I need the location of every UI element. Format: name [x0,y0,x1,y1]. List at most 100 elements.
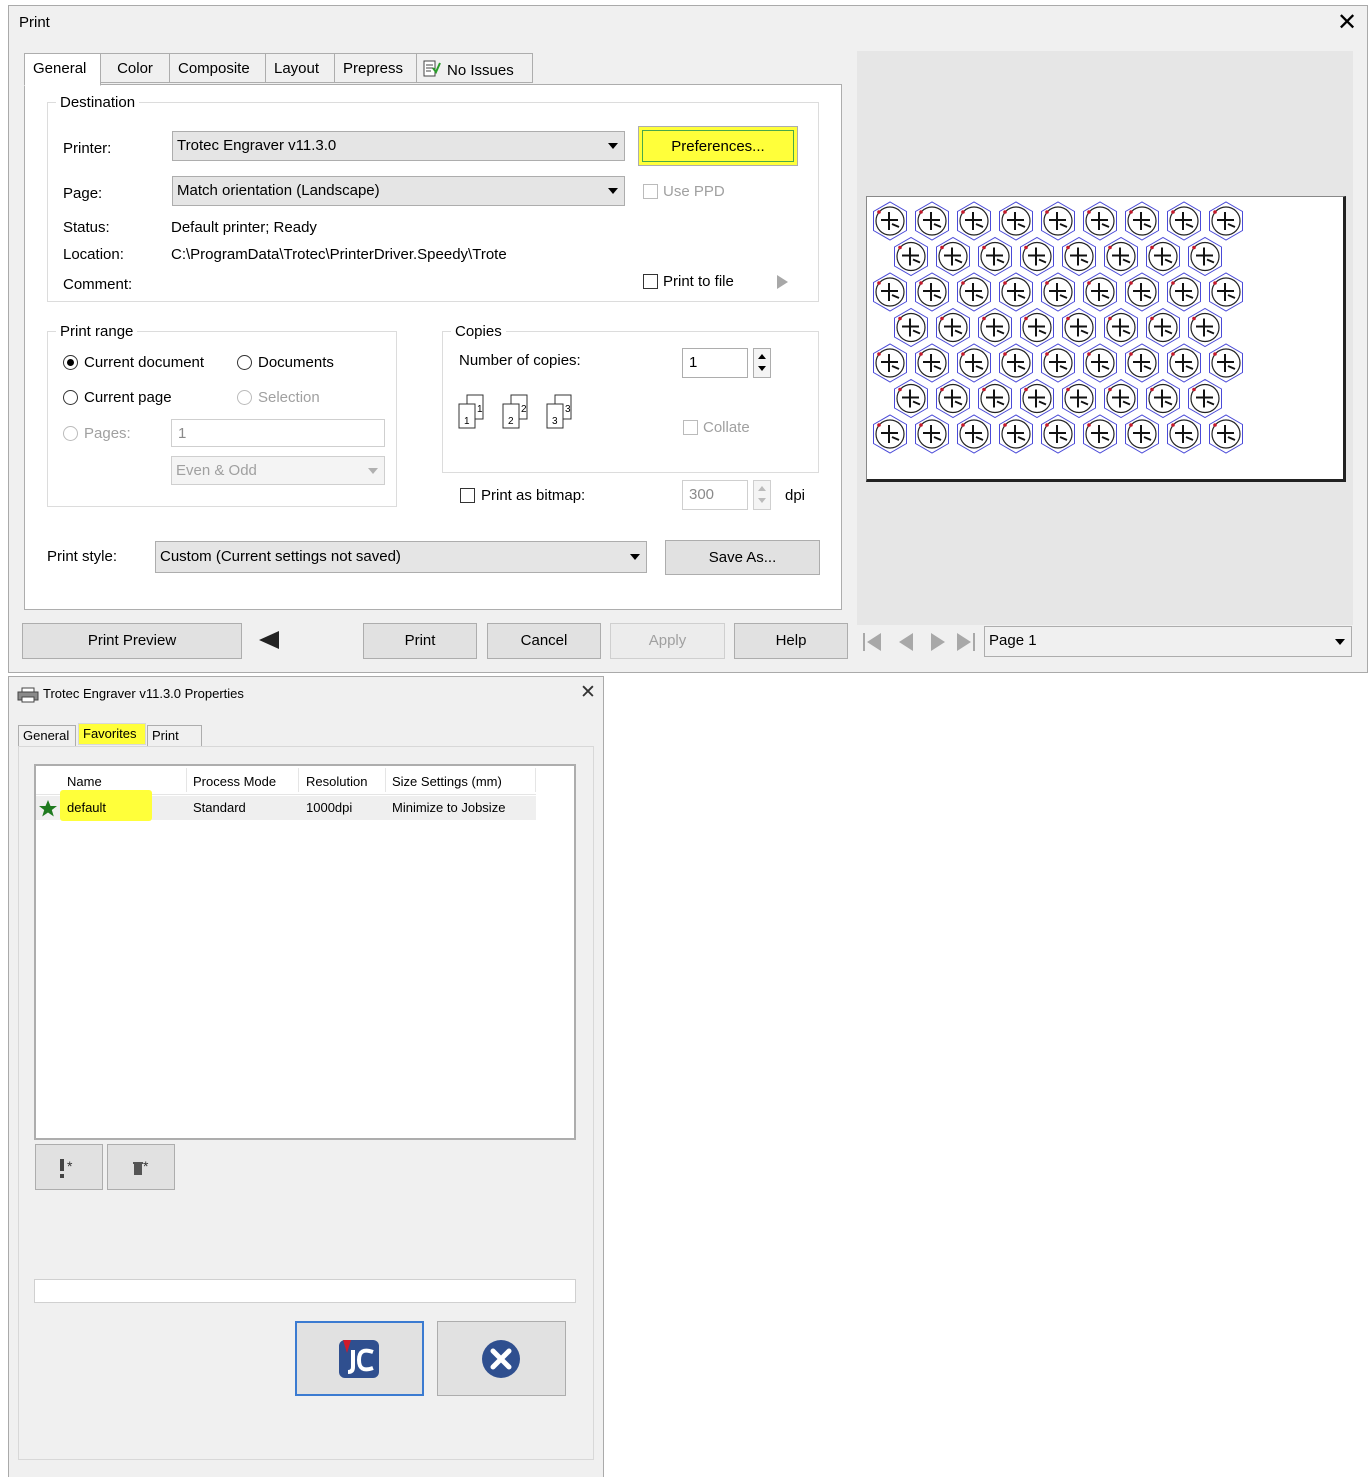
page-select[interactable]: Match orientation (Landscape) [172,176,625,206]
collate-checkbox[interactable] [683,420,698,435]
svg-text:1: 1 [477,404,483,415]
help-button[interactable]: Help [734,623,848,659]
column-resolution[interactable]: Resolution [306,774,367,789]
print-as-bitmap-checkbox[interactable] [460,488,475,503]
spin-down-icon[interactable] [758,366,766,371]
print-preview-button[interactable]: Print Preview [22,623,242,659]
hexagon-labels-preview [873,201,1243,454]
hexagon-label [1209,272,1243,312]
print-as-bitmap-label: Print as bitmap: [481,487,586,504]
printer-select[interactable]: Trotec Engraver v11.3.0 [172,131,625,161]
hexagon-label [1146,378,1180,419]
dpi-spinner[interactable] [753,480,771,510]
current-document-radio[interactable] [63,355,78,370]
hexagon-label [1062,307,1096,348]
hexagon-label [999,414,1033,454]
pages-radio[interactable] [63,426,78,441]
current-page-radio[interactable] [63,390,78,405]
tab-favorites[interactable]: Favorites [78,723,146,745]
play-arrow-icon[interactable] [777,275,788,289]
location-label: Location: [63,246,124,263]
hexagon-label [1125,343,1159,383]
page-selector[interactable]: Page 1 [984,626,1352,657]
close-icon[interactable]: ✕ [1337,8,1357,37]
copies-input[interactable]: 1 [682,348,748,378]
spin-up-icon[interactable] [758,354,766,359]
tab-no-issues[interactable]: No Issues [416,53,533,83]
column-name[interactable]: Name [67,774,102,789]
hexagon-label [1020,236,1054,277]
column-process-mode[interactable]: Process Mode [193,774,276,789]
tab-general[interactable]: General [18,725,76,747]
tab-layout[interactable]: Layout [265,53,335,83]
print-style-label: Print style: [47,548,118,565]
hexagon-label [915,343,949,383]
tab-color[interactable]: Color [100,53,170,83]
chevron-down-icon [630,554,640,560]
printer-label: Printer: [63,140,112,157]
preferences-button[interactable]: Preferences... [638,126,798,166]
preferences-label: Preferences... [642,130,794,162]
table-row[interactable]: default Standard 1000dpi Minimize to Job… [36,790,536,821]
general-panel: Destination Printer: Trotec Engraver v11… [24,84,842,610]
hexagon-label [1041,201,1075,241]
hexagon-label [1062,378,1096,419]
delete-favorite-icon: * [133,1158,149,1175]
hexagon-label [1188,236,1222,277]
hexagon-label [1041,343,1075,383]
print-to-file-checkbox[interactable] [643,274,658,289]
hexagon-label [915,414,949,454]
spin-down-icon[interactable] [758,498,766,503]
page-value: Match orientation (Landscape) [177,182,380,199]
previous-page-icon [899,633,913,651]
dpi-input[interactable]: 300 [682,480,748,510]
collapse-preview-icon[interactable] [257,630,281,650]
hexagon-label [1167,272,1201,312]
tab-composite[interactable]: Composite [169,53,266,83]
pages-input[interactable]: 1 [171,419,385,447]
tab-prepress[interactable]: Prepress [334,53,417,83]
status-label: Status: [63,219,110,236]
hexagon-label [957,414,991,454]
apply-button[interactable]: Apply [610,623,725,659]
hexagon-label [1146,307,1180,348]
hexagon-label [936,307,970,348]
tab-print[interactable]: Print [147,725,202,747]
copies-spinner[interactable] [753,348,771,378]
print-style-select[interactable]: Custom (Current settings not saved) [155,541,647,573]
save-as-button[interactable]: Save As... [665,540,820,575]
hexagon-label [978,378,1012,419]
hexagon-label [1104,378,1138,419]
svg-text:2: 2 [508,416,514,427]
print-style-value: Custom (Current settings not saved) [160,548,401,565]
favorites-list[interactable]: Name Process Mode Resolution Size Settin… [34,764,576,1140]
close-circle-icon [482,1340,520,1378]
delete-favorite-button[interactable]: * [107,1144,175,1190]
hexagon-label [915,272,949,312]
selection-radio[interactable] [237,390,252,405]
tab-general[interactable]: General [24,53,101,86]
close-icon[interactable]: ✕ [580,681,596,704]
hexagon-label [1083,343,1117,383]
print-button[interactable]: Print [363,623,477,659]
cancel-button[interactable] [437,1321,566,1396]
progress-bar [34,1279,576,1303]
page-selector-value: Page 1 [989,632,1037,649]
even-odd-select[interactable]: Even & Odd [171,456,385,485]
jobcontrol-button[interactable] [295,1321,424,1396]
documents-label: Documents [258,354,334,371]
documents-radio[interactable] [237,355,252,370]
dpi-unit-label: dpi [785,487,806,504]
current-document-label: Current document [84,354,205,371]
print-dialog: Print ✕ General Color Composite Layout P… [8,5,1368,673]
chevron-down-icon [368,468,378,474]
column-size-settings[interactable]: Size Settings (mm) [392,774,502,789]
use-ppd-checkbox[interactable] [643,184,658,199]
hexagon-label [1167,343,1201,383]
spin-up-icon[interactable] [758,486,766,491]
cancel-button[interactable]: Cancel [487,623,601,659]
hexagon-label [915,201,949,241]
hexagon-label [1041,272,1075,312]
add-favorite-button[interactable]: * [35,1144,103,1190]
hexagon-label [999,343,1033,383]
